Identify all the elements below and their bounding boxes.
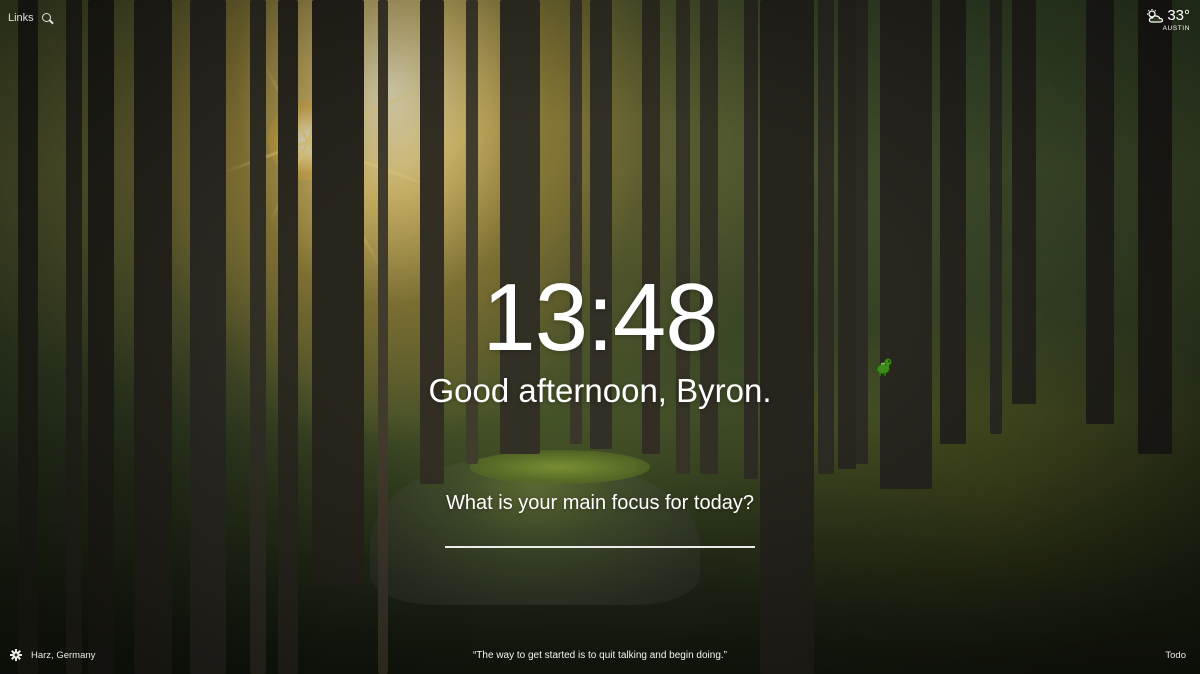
- quote[interactable]: “The way to get started is to quit talki…: [0, 650, 1200, 661]
- weather-row: 33°: [1146, 7, 1190, 24]
- focus-question: What is your main focus for today?: [446, 492, 754, 514]
- search-icon[interactable]: [41, 12, 53, 24]
- greeting[interactable]: Good afternoon, Byron.: [0, 372, 1200, 410]
- dinosaur-icon[interactable]: [873, 355, 895, 377]
- focus-input[interactable]: [445, 524, 755, 548]
- links-button[interactable]: Links: [8, 12, 34, 24]
- todo-button[interactable]: Todo: [1165, 650, 1186, 661]
- weather-temperature: 33°: [1167, 7, 1190, 24]
- clock[interactable]: 13:48: [0, 270, 1200, 366]
- weather-location: AUSTIN: [1162, 25, 1190, 32]
- partly-sunny-icon: [1147, 8, 1164, 23]
- top-left-bar: Links: [8, 12, 53, 24]
- weather-widget[interactable]: 33° AUSTIN: [1146, 7, 1190, 32]
